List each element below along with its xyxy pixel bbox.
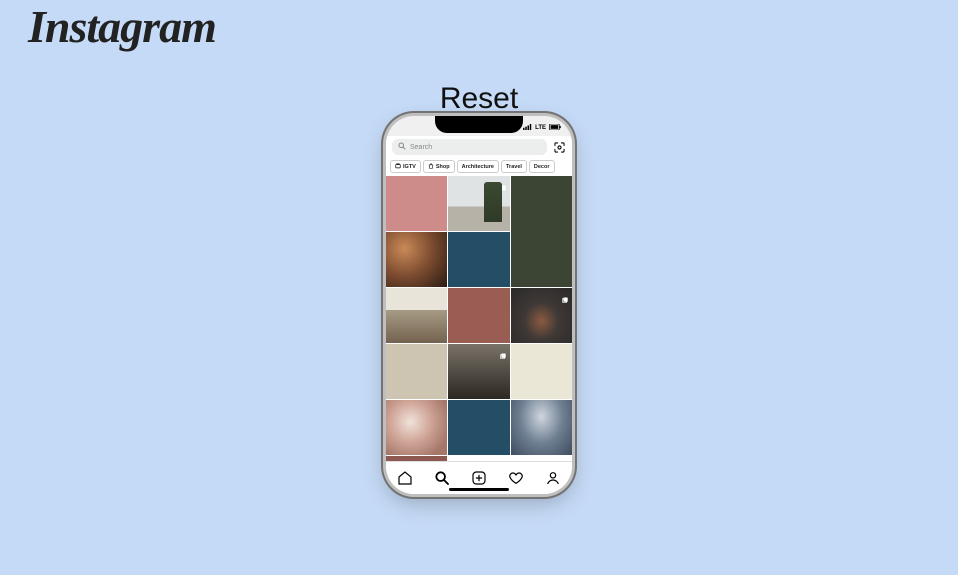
search-icon <box>398 142 406 152</box>
tv-icon <box>395 163 401 171</box>
chip-architecture[interactable]: Architecture <box>457 160 499 173</box>
instagram-wordmark: Instagram <box>28 0 216 53</box>
chip-label: Travel <box>506 164 522 170</box>
home-icon <box>397 470 413 486</box>
tile-train-platform[interactable] <box>448 344 509 399</box>
home-indicator <box>449 488 509 491</box>
chip-decor[interactable]: Decor <box>529 160 555 173</box>
tile-rust-solid-2[interactable] <box>386 456 447 461</box>
explore-grid <box>386 176 572 461</box>
carousel-icon <box>500 179 507 186</box>
tile-vessel-structure[interactable] <box>386 232 447 287</box>
nav-search[interactable] <box>432 468 452 488</box>
carousel-icon <box>500 347 507 354</box>
chip-igtv[interactable]: IGTV <box>390 160 421 173</box>
search-input[interactable]: Search <box>392 139 547 155</box>
chip-label: Decor <box>534 164 550 170</box>
tile-cream-solid[interactable] <box>511 344 572 399</box>
tile-interior-room[interactable] <box>386 288 447 343</box>
carousel-icon <box>562 291 569 298</box>
nav-add[interactable] <box>469 468 489 488</box>
nav-profile[interactable] <box>543 468 563 488</box>
search-row: Search <box>386 136 572 158</box>
tile-pagoda-temple[interactable] <box>511 288 572 343</box>
chip-label: IGTV <box>403 164 416 170</box>
tile-pink-solid[interactable] <box>386 176 447 231</box>
device-notch <box>435 116 523 133</box>
page-title: Reset <box>440 82 518 116</box>
search-icon <box>434 470 450 486</box>
chip-shop[interactable]: Shop <box>423 160 455 173</box>
nav-home[interactable] <box>395 468 415 488</box>
tile-rust-solid[interactable] <box>448 288 509 343</box>
chip-travel[interactable]: Travel <box>501 160 527 173</box>
tile-architecture-trees[interactable] <box>448 176 509 231</box>
tile-flower-table[interactable] <box>386 400 447 455</box>
chip-label: Shop <box>436 164 450 170</box>
category-chips: IGTV Shop Architecture Travel Decor <box>386 158 572 176</box>
signal-icon <box>523 124 532 132</box>
tile-beige-tone[interactable] <box>386 344 447 399</box>
chip-label: Architecture <box>462 164 494 170</box>
phone-mockup: LTE Search IGTV Shop Arc <box>386 116 572 494</box>
carrier-label: LTE <box>535 125 546 131</box>
tile-storm-clouds[interactable] <box>511 400 572 455</box>
add-post-icon <box>471 470 487 486</box>
tile-navy-solid[interactable] <box>448 232 509 287</box>
brand-logo: Instagram <box>28 0 216 53</box>
bag-icon <box>428 163 434 171</box>
profile-icon <box>545 470 561 486</box>
tile-navy-solid-2[interactable] <box>448 400 509 455</box>
battery-icon <box>549 124 562 132</box>
search-placeholder: Search <box>410 144 432 151</box>
heart-icon <box>508 470 524 486</box>
tile-dark-green[interactable] <box>511 176 572 287</box>
nav-activity[interactable] <box>506 468 526 488</box>
scan-icon[interactable] <box>552 140 566 154</box>
